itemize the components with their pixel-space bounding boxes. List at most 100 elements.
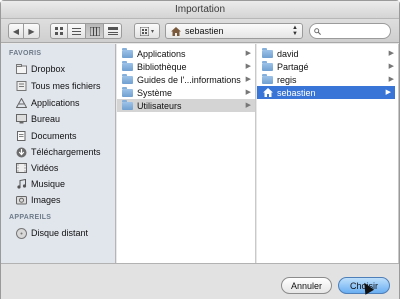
list-item-applications[interactable]: Applications ▶ xyxy=(117,47,255,60)
nav-buttons: ◀ ▶ xyxy=(8,23,40,39)
chevron-right-icon: ▶ xyxy=(388,76,394,83)
sidebar-item-images[interactable]: Images xyxy=(15,192,115,208)
search-icon xyxy=(314,27,321,35)
folder-icon xyxy=(262,73,273,84)
list-item-label: Utilisateurs xyxy=(137,100,182,111)
sidebar-item-applications[interactable]: Applications xyxy=(15,95,115,111)
remote-disk-icon xyxy=(15,227,27,239)
home-icon xyxy=(262,88,273,97)
list-item-systeme[interactable]: Système ▶ xyxy=(117,86,255,99)
folder-icon xyxy=(122,73,133,84)
sidebar-item-desktop[interactable]: Bureau xyxy=(15,111,115,127)
column-view-button[interactable] xyxy=(86,23,104,39)
sidebar: FAVORIS Dropbox Tous mes fichiers Applic… xyxy=(1,44,116,263)
list-item-label: Bibliothèque xyxy=(137,61,187,72)
folder-icon xyxy=(262,60,273,71)
list-item-sebastien[interactable]: sebastien ▶ xyxy=(257,86,395,99)
favorites-header: FAVORIS xyxy=(9,50,42,57)
search-field[interactable] xyxy=(309,23,391,39)
arrange-chevron-icon: ▾ xyxy=(150,28,154,35)
chevron-right-icon: ▶ xyxy=(388,63,394,70)
all-files-icon xyxy=(15,80,27,92)
folder-icon xyxy=(122,47,133,58)
list-item-label: Système xyxy=(137,87,173,98)
sidebar-item-videos[interactable]: Vidéos xyxy=(15,160,115,176)
sidebar-item-remote-disk[interactable]: Disque distant xyxy=(15,225,115,241)
devices-header: APPAREILS xyxy=(9,214,52,221)
cancel-button[interactable]: Annuler xyxy=(281,277,332,294)
sidebar-item-label: Bureau xyxy=(31,114,61,124)
icon-view-button[interactable] xyxy=(50,23,68,39)
folder-icon xyxy=(262,47,273,58)
list-item-partage[interactable]: Partagé ▶ xyxy=(257,60,398,73)
dialog-footer: Annuler Choisir xyxy=(1,263,399,299)
list-item-label: regis xyxy=(277,74,297,85)
popup-arrows-icon: ▲ ▼ xyxy=(292,25,298,37)
sidebar-item-label: Images xyxy=(31,195,61,205)
list-item-label: sebastien xyxy=(277,87,316,98)
sidebar-item-label: Applications xyxy=(31,98,80,108)
sidebar-item-music[interactable]: Musique xyxy=(15,176,115,192)
videos-icon xyxy=(15,162,27,174)
list-view-button[interactable] xyxy=(68,23,86,39)
window-title: Importation xyxy=(1,1,399,19)
sidebar-item-label: Tous mes fichiers xyxy=(31,81,101,91)
sidebar-item-label: Vidéos xyxy=(31,163,59,173)
column-view-icon xyxy=(89,26,100,36)
list-item-david[interactable]: david ▶ xyxy=(257,47,398,60)
icon-view-icon xyxy=(54,26,63,35)
browser-column-root: Applications ▶ Bibliothèque ▶ Guides de … xyxy=(117,44,256,263)
folder-icon xyxy=(122,86,133,97)
list-view-icon xyxy=(72,27,81,35)
chevron-right-icon: ▶ xyxy=(245,102,251,109)
location-popup[interactable]: sebastien ▲ ▼ xyxy=(165,23,303,39)
downloads-icon xyxy=(15,146,27,158)
chevron-right-icon: ▶ xyxy=(245,76,251,83)
list-item-utilisateurs[interactable]: Utilisateurs ▶ xyxy=(117,99,255,112)
folder-icon xyxy=(122,99,133,110)
chevron-right-icon: ▶ xyxy=(385,89,391,96)
applications-icon xyxy=(15,97,27,109)
forward-button[interactable]: ▶ xyxy=(24,23,40,39)
arrange-button[interactable]: ▾ xyxy=(134,23,160,39)
sidebar-item-label: Documents xyxy=(31,131,77,141)
chevron-right-icon: ▶ xyxy=(245,63,251,70)
search-input[interactable] xyxy=(324,26,390,36)
list-item-label: Partagé xyxy=(277,61,309,72)
import-dialog: Importation ◀ ▶ ▾ sebastien ▲ ▼ FAVORIS … xyxy=(0,0,400,299)
back-arrow-icon: ◀ xyxy=(12,26,20,36)
sidebar-item-label: Disque distant xyxy=(31,228,89,238)
arrange-icon xyxy=(139,26,149,36)
home-icon xyxy=(171,26,181,36)
location-label: sebastien xyxy=(185,26,224,36)
list-item-regis[interactable]: regis ▶ xyxy=(257,73,398,86)
music-icon xyxy=(15,178,27,190)
dropbox-icon xyxy=(15,63,27,75)
list-item-label: Guides de l'...informations xyxy=(137,74,241,85)
sidebar-item-label: Dropbox xyxy=(31,64,66,74)
list-item-guides[interactable]: Guides de l'...informations ▶ xyxy=(117,73,255,86)
sidebar-item-all-files[interactable]: Tous mes fichiers xyxy=(15,78,115,94)
chevron-right-icon: ▶ xyxy=(388,50,394,57)
arrange-group: ▾ xyxy=(134,23,160,39)
images-icon xyxy=(15,194,27,206)
list-item-label: david xyxy=(277,48,299,59)
chevron-right-icon: ▶ xyxy=(245,89,251,96)
browser-column-users: david ▶ Partagé ▶ regis ▶ sebastien ▶ xyxy=(257,44,399,263)
chevron-right-icon: ▶ xyxy=(245,50,251,57)
sidebar-item-label: Téléchargements xyxy=(31,147,101,157)
coverflow-view-icon xyxy=(107,26,118,35)
toolbar: ◀ ▶ ▾ sebastien ▲ ▼ xyxy=(1,19,399,43)
sidebar-item-downloads[interactable]: Téléchargements xyxy=(15,144,115,160)
view-mode-buttons xyxy=(50,23,122,39)
list-item-bibliotheque[interactable]: Bibliothèque ▶ xyxy=(117,60,255,73)
sidebar-item-label: Musique xyxy=(31,179,66,189)
coverflow-view-button[interactable] xyxy=(104,23,122,39)
documents-icon xyxy=(15,130,27,142)
sidebar-item-documents[interactable]: Documents xyxy=(15,128,115,144)
desktop-icon xyxy=(15,113,27,125)
back-button[interactable]: ◀ xyxy=(8,23,24,39)
folder-icon xyxy=(122,60,133,71)
sidebar-item-dropbox[interactable]: Dropbox xyxy=(15,61,115,77)
forward-arrow-icon: ▶ xyxy=(28,26,35,36)
